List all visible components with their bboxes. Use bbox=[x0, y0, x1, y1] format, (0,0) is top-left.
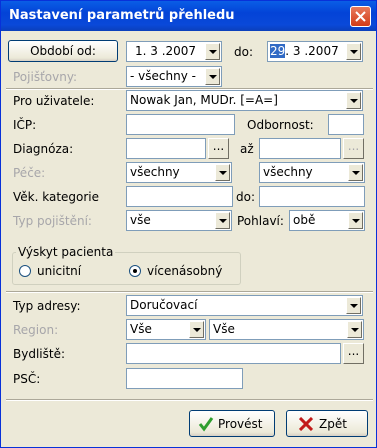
chevron-down-icon[interactable] bbox=[205, 68, 220, 85]
date-to-text: 29. 3 .2007 bbox=[270, 44, 339, 58]
obdobi-od-button[interactable]: Období od: bbox=[8, 40, 118, 62]
region-value-2: Vše bbox=[213, 322, 235, 336]
chevron-down-icon[interactable] bbox=[346, 92, 361, 109]
az-label: až bbox=[240, 142, 254, 156]
pece-to-select[interactable]: všechny bbox=[259, 162, 365, 183]
pohlavi-value: obě bbox=[293, 213, 316, 227]
proves-button[interactable]: Provést bbox=[189, 410, 275, 437]
vek-to-input[interactable] bbox=[259, 186, 365, 207]
date-from-value: 1. 3 .2007 bbox=[135, 44, 197, 58]
pohlavi-select[interactable]: obě bbox=[289, 210, 365, 231]
title-bar[interactable]: Nastavení parametrů přehledu bbox=[1, 1, 376, 31]
diagnoza-to-input[interactable] bbox=[259, 138, 341, 159]
vek-do-label: do: bbox=[236, 190, 256, 204]
chevron-down-icon[interactable] bbox=[215, 212, 230, 229]
close-icon bbox=[355, 11, 366, 22]
date-to-rest: . 3 .2007 bbox=[285, 44, 339, 58]
close-button[interactable] bbox=[350, 6, 371, 27]
region-select-2[interactable]: Vše bbox=[209, 319, 364, 340]
checkmark-icon bbox=[198, 417, 214, 432]
chevron-down-icon[interactable] bbox=[205, 43, 220, 60]
x-icon bbox=[299, 417, 313, 431]
psc-input[interactable] bbox=[126, 368, 243, 389]
vek-from-input[interactable] bbox=[126, 186, 233, 207]
icp-label: IČP: bbox=[13, 118, 37, 132]
bydliste-input[interactable] bbox=[126, 343, 341, 364]
date-to-picker[interactable]: 29. 3 .2007 bbox=[267, 41, 363, 62]
diagnoza-from-browse-button[interactable]: ... bbox=[208, 138, 229, 159]
zpet-label: Zpět bbox=[319, 417, 347, 431]
icp-input[interactable] bbox=[126, 114, 235, 135]
diagnoza-label: Diagnóza: bbox=[13, 142, 74, 156]
region-label: Region: bbox=[13, 323, 59, 337]
typ-adresy-value: Doručovací bbox=[130, 298, 198, 312]
pro-uzivatele-value: Nowak Jan, MUDr. [=A=] bbox=[130, 93, 278, 107]
chevron-down-icon[interactable] bbox=[348, 212, 363, 229]
separator bbox=[6, 291, 373, 293]
separator bbox=[6, 399, 373, 401]
psc-label: PSČ: bbox=[13, 372, 41, 386]
region-select-1[interactable]: Vše bbox=[126, 319, 206, 340]
radio-unicitni[interactable] bbox=[19, 265, 31, 277]
typ-adresy-select[interactable]: Doručovací bbox=[126, 295, 363, 316]
odbornost-input[interactable] bbox=[328, 114, 364, 135]
odbornost-label: Odbornost: bbox=[247, 118, 314, 132]
dialog-window: Nastavení parametrů přehledu Období od: … bbox=[0, 0, 377, 448]
chevron-down-icon[interactable] bbox=[346, 297, 361, 314]
chevron-down-icon[interactable] bbox=[215, 164, 230, 181]
typ-pojisteni-select[interactable]: vše bbox=[126, 210, 232, 231]
do-label: do: bbox=[234, 45, 254, 59]
typ-pojisteni-label: Typ pojištění: bbox=[13, 214, 92, 228]
obdobi-od-label: Období od: bbox=[30, 44, 96, 58]
pojistovny-select[interactable]: - všechny - bbox=[126, 66, 222, 87]
pece-from-select[interactable]: všechny bbox=[126, 162, 232, 183]
diagnoza-from-browse-label: ... bbox=[212, 139, 225, 153]
chevron-down-icon[interactable] bbox=[348, 164, 363, 181]
chevron-down-icon[interactable] bbox=[189, 321, 204, 338]
pojistovny-label: Pojišťovny: bbox=[13, 70, 78, 84]
bydliste-label: Bydliště: bbox=[13, 347, 66, 361]
diagnoza-to-browse-label: ... bbox=[347, 139, 360, 153]
pohlavi-label: Pohlaví: bbox=[237, 214, 284, 228]
chevron-down-icon[interactable] bbox=[346, 43, 361, 60]
typ-adresy-label: Typ adresy: bbox=[13, 299, 81, 313]
pro-uzivatele-select[interactable]: Nowak Jan, MUDr. [=A=] bbox=[126, 90, 363, 111]
radio-vicenasobny[interactable] bbox=[129, 265, 141, 277]
date-from-picker[interactable]: 1. 3 .2007 bbox=[126, 41, 222, 62]
bydliste-browse-button[interactable]: ... bbox=[343, 343, 364, 364]
pece-from-value: všechny bbox=[130, 165, 180, 179]
region-value-1: Vše bbox=[130, 322, 152, 336]
pece-to-value: všechny bbox=[263, 165, 313, 179]
pro-uzivatele-label: Pro uživatele: bbox=[13, 94, 95, 108]
diagnoza-to-browse-button[interactable]: ... bbox=[343, 138, 364, 159]
vek-label: Věk. kategorie bbox=[13, 190, 100, 204]
chevron-down-icon[interactable] bbox=[347, 321, 362, 338]
window-title: Nastavení parametrů přehledu bbox=[9, 8, 235, 23]
pece-label: Péče: bbox=[13, 166, 46, 180]
radio-unicitni-label[interactable]: unicitní bbox=[37, 264, 81, 278]
diagnoza-from-input[interactable] bbox=[126, 138, 206, 159]
date-to-day: 29 bbox=[270, 44, 286, 58]
proves-label: Provést bbox=[218, 417, 263, 431]
bydliste-browse-label: ... bbox=[347, 344, 360, 358]
zpet-button[interactable]: Zpět bbox=[286, 410, 368, 437]
vyskyt-group-title: Výskyt pacienta bbox=[16, 245, 116, 259]
typ-pojisteni-value: vše bbox=[130, 213, 151, 227]
pojistovny-value: - všechny - bbox=[130, 69, 196, 83]
radio-vicenasobny-label[interactable]: vícenásobný bbox=[147, 264, 222, 278]
